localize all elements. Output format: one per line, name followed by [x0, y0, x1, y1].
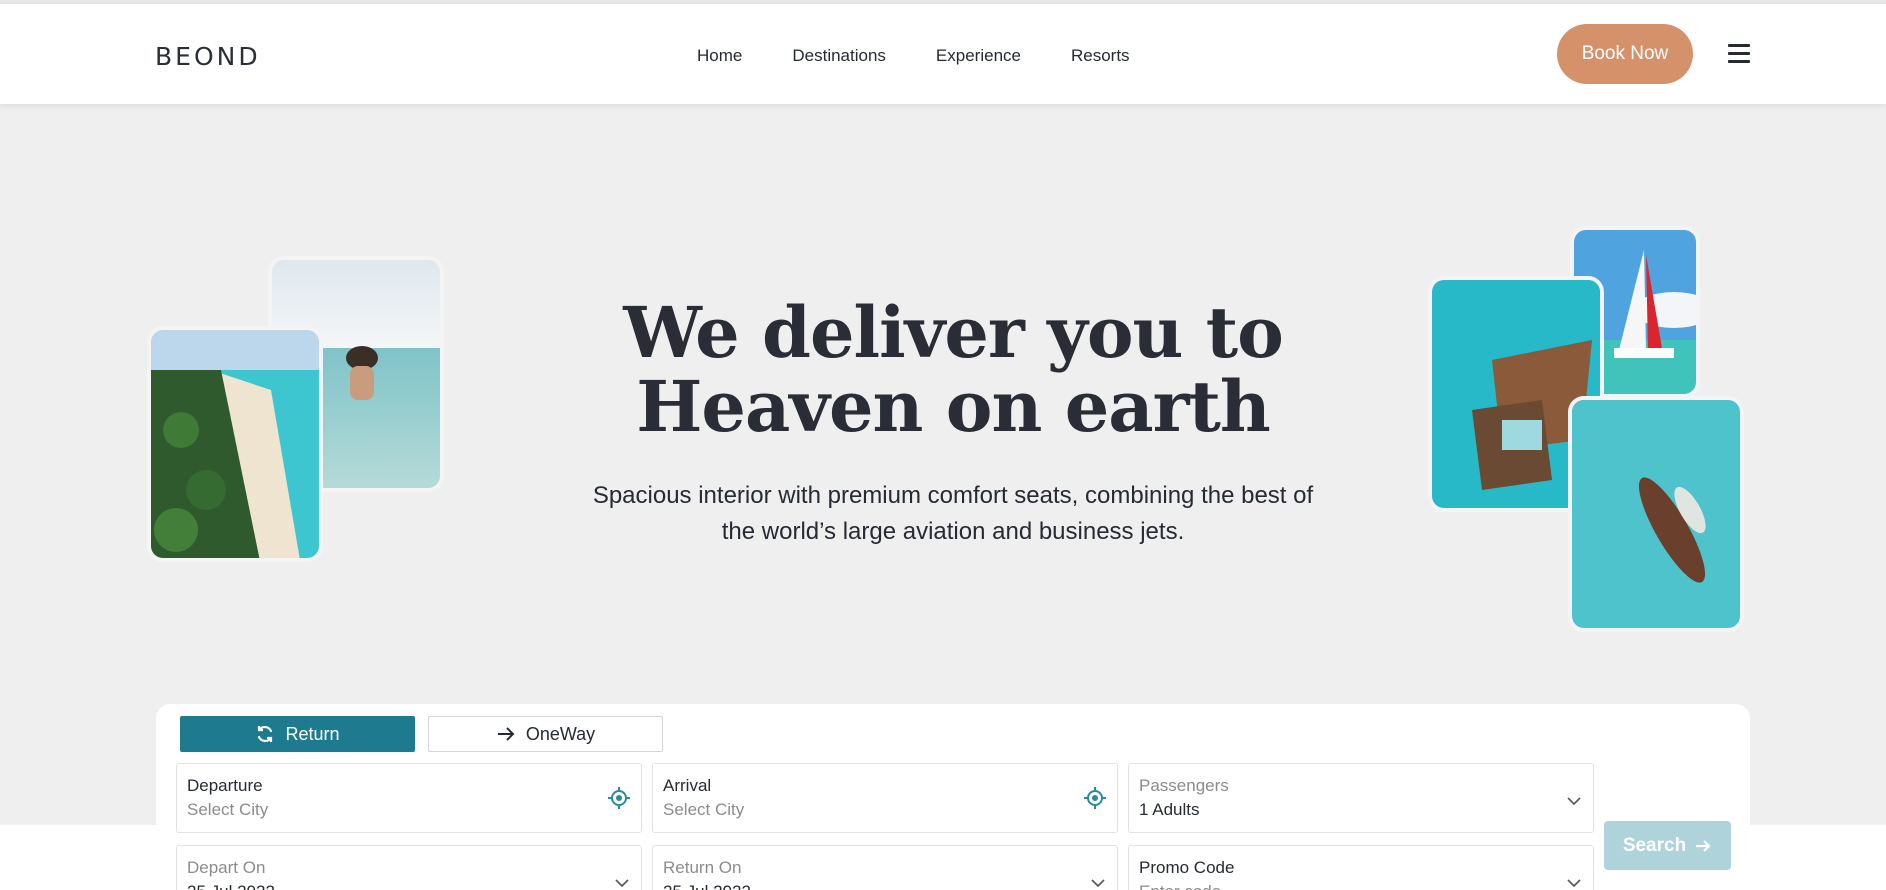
- floating-woman-photo: [1568, 396, 1744, 632]
- return-on-field[interactable]: Return On 25 Jul 2022: [652, 845, 1118, 890]
- chevron-down-icon: [615, 879, 629, 888]
- tab-return[interactable]: Return: [180, 716, 415, 752]
- book-now-button[interactable]: Book Now: [1557, 24, 1693, 84]
- departure-label: Departure: [187, 776, 263, 795]
- depart-on-field[interactable]: Depart On 25 Jul 2022: [176, 845, 642, 890]
- chevron-down-icon: [1567, 797, 1581, 806]
- main-nav: Home Destinations Experience Resorts: [697, 46, 1180, 66]
- promo-code-label: Promo Code: [1139, 858, 1235, 877]
- locate-icon[interactable]: [1083, 786, 1107, 810]
- departure-value: Select City: [187, 800, 269, 819]
- hero-subtitle-line-1: Spacious interior with premium comfort s…: [592, 482, 1314, 509]
- hero-title-line-1: We deliver you to: [623, 291, 1284, 374]
- promo-code-value: Enter code: [1139, 882, 1583, 890]
- passengers-label: Passengers: [1139, 776, 1229, 795]
- nav-experience[interactable]: Experience: [936, 46, 1021, 66]
- brand-logo[interactable]: BEOND: [155, 42, 261, 71]
- nav-home[interactable]: Home: [697, 46, 742, 66]
- refresh-icon: [258, 725, 273, 743]
- arrival-label: Arrival: [663, 776, 712, 795]
- search-button[interactable]: Search: [1604, 821, 1731, 870]
- chevron-down-icon: [1091, 879, 1105, 888]
- arrow-right-icon: [497, 727, 515, 741]
- passengers-value: 1 Adults: [1139, 800, 1200, 819]
- tab-return-label: Return: [285, 723, 340, 744]
- arrival-field[interactable]: Arrival Select City: [652, 763, 1118, 833]
- depart-on-value: 25 Jul 2022: [187, 882, 631, 890]
- hero-subtitle-line-2: the world’s large aviation and business …: [721, 518, 1185, 545]
- chevron-down-icon: [1567, 879, 1581, 888]
- hero-title-line-2: Heaven on earth: [636, 365, 1270, 448]
- departure-field[interactable]: Departure Select City: [176, 763, 642, 833]
- search-button-label: Search: [1622, 834, 1687, 856]
- depart-on-label: Depart On: [187, 858, 266, 877]
- return-on-value: 25 Jul 2022: [663, 882, 1107, 890]
- arrival-value: Select City: [663, 800, 745, 819]
- hero-subtitle: Spacious interior with premium comfort s…: [540, 478, 1366, 550]
- hamburger-menu-icon[interactable]: [1728, 44, 1750, 64]
- tab-oneway-label: OneWay: [525, 723, 596, 744]
- return-on-label: Return On: [663, 858, 742, 877]
- nav-destinations[interactable]: Destinations: [792, 46, 886, 66]
- tab-oneway[interactable]: OneWay: [428, 716, 663, 752]
- palm-beach-photo: [147, 326, 323, 562]
- hero-title: We deliver you to Heaven on earth: [540, 296, 1366, 444]
- locate-icon[interactable]: [607, 786, 631, 810]
- promo-code-field[interactable]: Promo Code Enter code: [1128, 845, 1594, 890]
- site-header: BEOND Home Destinations Experience Resor…: [0, 4, 1886, 104]
- arrow-right-icon: [1696, 839, 1711, 852]
- nav-resorts[interactable]: Resorts: [1071, 46, 1130, 66]
- passengers-field[interactable]: Passengers 1 Adults: [1128, 763, 1594, 833]
